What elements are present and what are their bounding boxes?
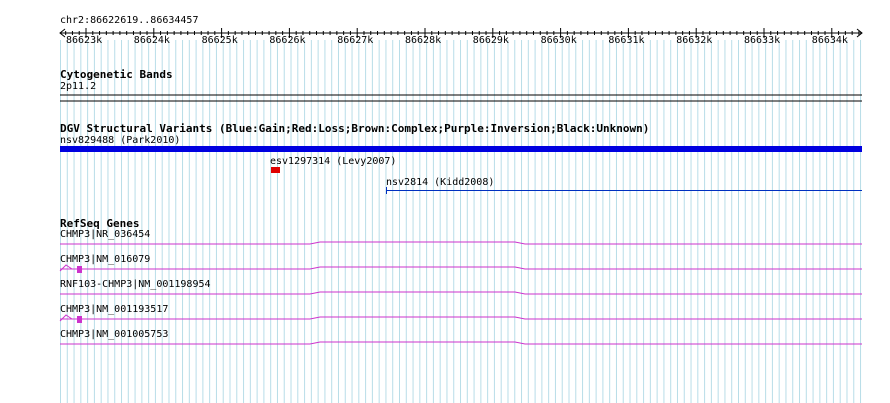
variant-label-nsv829488[interactable]: nsv829488 (Park2010) — [60, 135, 180, 147]
variant-label-esv1297314[interactable]: esv1297314 (Levy2007) — [270, 156, 396, 168]
gene-label[interactable]: CHMP3|NR_036454 — [60, 229, 150, 241]
coordinate-ruler[interactable] — [59, 28, 863, 38]
ruler-tick-label: 86627k — [337, 35, 374, 46]
ruler-tick-label: 86623k — [66, 35, 103, 46]
gene-exon — [77, 266, 82, 273]
gene-label[interactable]: CHMP3|NM_001005753 — [60, 329, 168, 341]
cytoband-track-title: Cytogenetic Bands — [60, 68, 173, 81]
variant-label-nsv2814[interactable]: nsv2814 (Kidd2008) — [386, 177, 494, 189]
gene-label[interactable]: CHMP3|NM_001193517 — [60, 304, 168, 316]
gene-exon — [77, 316, 82, 323]
gene-label[interactable]: CHMP3|NM_016079 — [60, 254, 150, 266]
ruler-region-label: chr2:86622619..86634457 — [60, 15, 199, 26]
ruler-tick-label: 86628k — [405, 35, 442, 46]
ruler-tick-label: 86629k — [472, 35, 509, 46]
ruler-tick-label: 86625k — [201, 35, 238, 46]
grid-lines — [60, 40, 862, 403]
cytoband-label: 2p11.2 — [60, 81, 97, 92]
ruler-tick-label: 86632k — [676, 35, 713, 46]
ruler-tick-label: 86631k — [608, 35, 645, 46]
ruler-tick-label: 86630k — [540, 35, 577, 46]
dgv-track-title: DGV Structural Variants (Blue:Gain;Red:L… — [60, 122, 650, 135]
ruler-tick-label: 86633k — [744, 35, 781, 46]
ruler-tick-label: 86624k — [133, 35, 170, 46]
gene-label[interactable]: RNF103-CHMP3|NM_001198954 — [60, 279, 211, 291]
ruler-tick-label: 86626k — [269, 35, 306, 46]
ruler-tick-label: 86634k — [811, 35, 848, 46]
genome-browser-canvas[interactable] — [0, 0, 890, 403]
